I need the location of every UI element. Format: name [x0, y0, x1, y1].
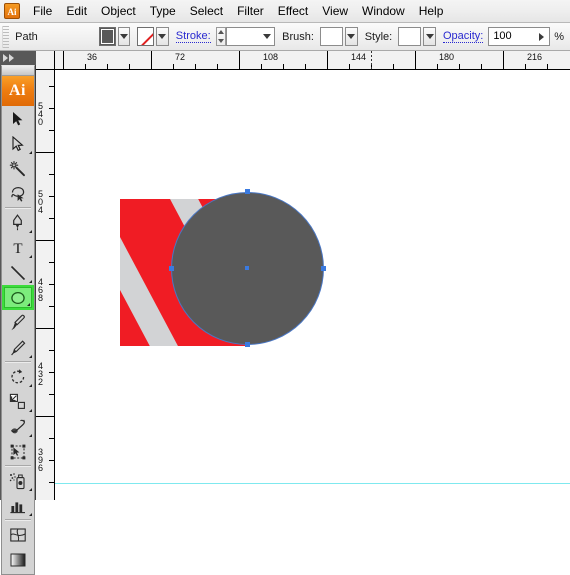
free-transform-tool[interactable] — [2, 439, 34, 464]
artboard-bottom-guide — [55, 483, 570, 484]
menu-bar: Ai File Edit Object Type Select Filter E… — [0, 0, 570, 23]
vertical-ruler[interactable]: 540 504 468 432 396 — [36, 70, 55, 500]
mesh-tool[interactable] — [2, 522, 34, 547]
brush-dropdown[interactable] — [345, 27, 358, 46]
ruler-corner[interactable] — [36, 51, 55, 70]
style-input[interactable] — [398, 27, 422, 46]
type-tool[interactable]: T — [2, 235, 34, 260]
tools-panel-titlebar[interactable] — [1, 66, 34, 76]
anchor-point-top[interactable] — [245, 189, 250, 194]
anchor-point-right[interactable] — [321, 266, 326, 271]
opacity-value: 100 — [493, 30, 512, 42]
opacity-label[interactable]: Opacity: — [442, 30, 484, 43]
fill-swatch-icon[interactable] — [98, 27, 116, 46]
hruler-label-0: 36 — [87, 52, 98, 62]
fill-swatch-dropdown[interactable] — [117, 27, 131, 46]
scale-tool[interactable] — [2, 389, 34, 414]
flyout-indicator-icon — [28, 488, 32, 491]
menu-edit[interactable]: Edit — [59, 1, 94, 21]
brush-label: Brush: — [282, 30, 314, 43]
center-point — [245, 266, 249, 270]
symbol-sprayer-tool[interactable] — [2, 468, 34, 493]
opacity-unit: % — [554, 30, 564, 43]
column-graph-tool[interactable] — [2, 493, 34, 518]
tool-divider — [4, 361, 31, 363]
lasso-tool[interactable] — [2, 181, 34, 206]
control-bar: Path Stroke: Brush: Style: Opacity: 100 … — [0, 23, 570, 51]
hruler-label-2: 108 — [263, 52, 279, 62]
tools-panel-header — [0, 51, 36, 65]
flyout-indicator-icon — [26, 303, 30, 306]
tools-list: T — [1, 106, 34, 574]
tool-divider — [4, 519, 31, 521]
menu-effect[interactable]: Effect — [271, 1, 315, 21]
opacity-flyout-icon[interactable] — [534, 28, 549, 45]
pen-tool[interactable] — [2, 210, 34, 235]
menu-object[interactable]: Object — [94, 1, 143, 21]
flyout-indicator-icon — [28, 384, 32, 387]
flyout-indicator-icon — [28, 355, 32, 358]
menu-select[interactable]: Select — [183, 1, 230, 21]
illustrator-window: Ai File Edit Object Type Select Filter E… — [0, 0, 570, 575]
anchor-point-bottom[interactable] — [245, 342, 250, 347]
menu-file[interactable]: File — [26, 1, 59, 21]
flyout-indicator-icon — [28, 230, 32, 233]
flyout-indicator-icon — [28, 434, 32, 437]
opacity-input[interactable]: 100 — [488, 27, 551, 46]
brush-input[interactable] — [319, 27, 344, 46]
tool-divider — [4, 207, 31, 209]
vruler-label-2: 468 — [38, 277, 43, 303]
style-label: Style: — [364, 30, 393, 43]
svg-text:T: T — [13, 241, 22, 256]
menu-view[interactable]: View — [315, 1, 355, 21]
selection-tool[interactable] — [2, 106, 34, 131]
stroke-none-swatch-icon[interactable] — [137, 27, 155, 46]
menu-help[interactable]: Help — [412, 1, 451, 21]
ellipse-tool[interactable] — [1, 285, 34, 310]
hruler-label-4: 180 — [439, 52, 455, 62]
tools-panel: Ai T — [0, 51, 36, 575]
tool-divider — [4, 465, 31, 467]
stroke-swatch-dropdown[interactable] — [156, 27, 169, 46]
hruler-label-5: 216 — [527, 52, 543, 62]
double-chevron-right-icon[interactable] — [3, 54, 14, 62]
pencil-tool[interactable] — [2, 335, 34, 360]
illustrator-logo-icon: Ai — [4, 3, 20, 19]
direct-selection-tool[interactable] — [2, 131, 34, 156]
flyout-indicator-icon — [28, 280, 32, 283]
horizontal-ruler[interactable]: 36 72 108 144 180 216 — [55, 51, 570, 70]
rotate-tool[interactable] — [2, 364, 34, 389]
control-bar-grip[interactable] — [2, 25, 10, 48]
flyout-indicator-icon — [28, 409, 32, 412]
vruler-label-4: 396 — [38, 447, 43, 473]
gradient-tool[interactable] — [2, 547, 34, 572]
line-segment-tool[interactable] — [2, 260, 34, 285]
stroke-weight-label[interactable]: Stroke: — [175, 30, 211, 43]
hruler-label-1: 72 — [175, 52, 186, 62]
magic-wand-tool[interactable] — [2, 156, 34, 181]
flyout-indicator-icon — [28, 255, 32, 258]
stroke-weight-dropdown-icon[interactable] — [259, 28, 274, 45]
vruler-label-0: 540 — [38, 101, 43, 127]
vruler-label-1: 504 — [38, 189, 43, 215]
paintbrush-tool[interactable] — [2, 310, 34, 335]
anchor-point-left[interactable] — [169, 266, 174, 271]
flyout-indicator-icon — [28, 513, 32, 516]
menu-filter[interactable]: Filter — [230, 1, 271, 21]
canvas-artboard-area[interactable] — [55, 70, 570, 500]
vruler-label-3: 432 — [38, 361, 43, 387]
object-type-label: Path — [15, 30, 38, 43]
menu-window[interactable]: Window — [355, 1, 412, 21]
hruler-label-3: 144 — [351, 52, 367, 62]
stroke-weight-stepper[interactable] — [215, 27, 226, 46]
menu-type[interactable]: Type — [143, 1, 183, 21]
tools-panel-logo: Ai — [1, 76, 34, 106]
flyout-indicator-icon — [28, 151, 32, 154]
stroke-weight-input[interactable] — [225, 27, 276, 46]
warp-tool[interactable] — [2, 414, 34, 439]
tools-panel-body: Ai T — [0, 65, 35, 575]
style-dropdown[interactable] — [423, 27, 436, 46]
